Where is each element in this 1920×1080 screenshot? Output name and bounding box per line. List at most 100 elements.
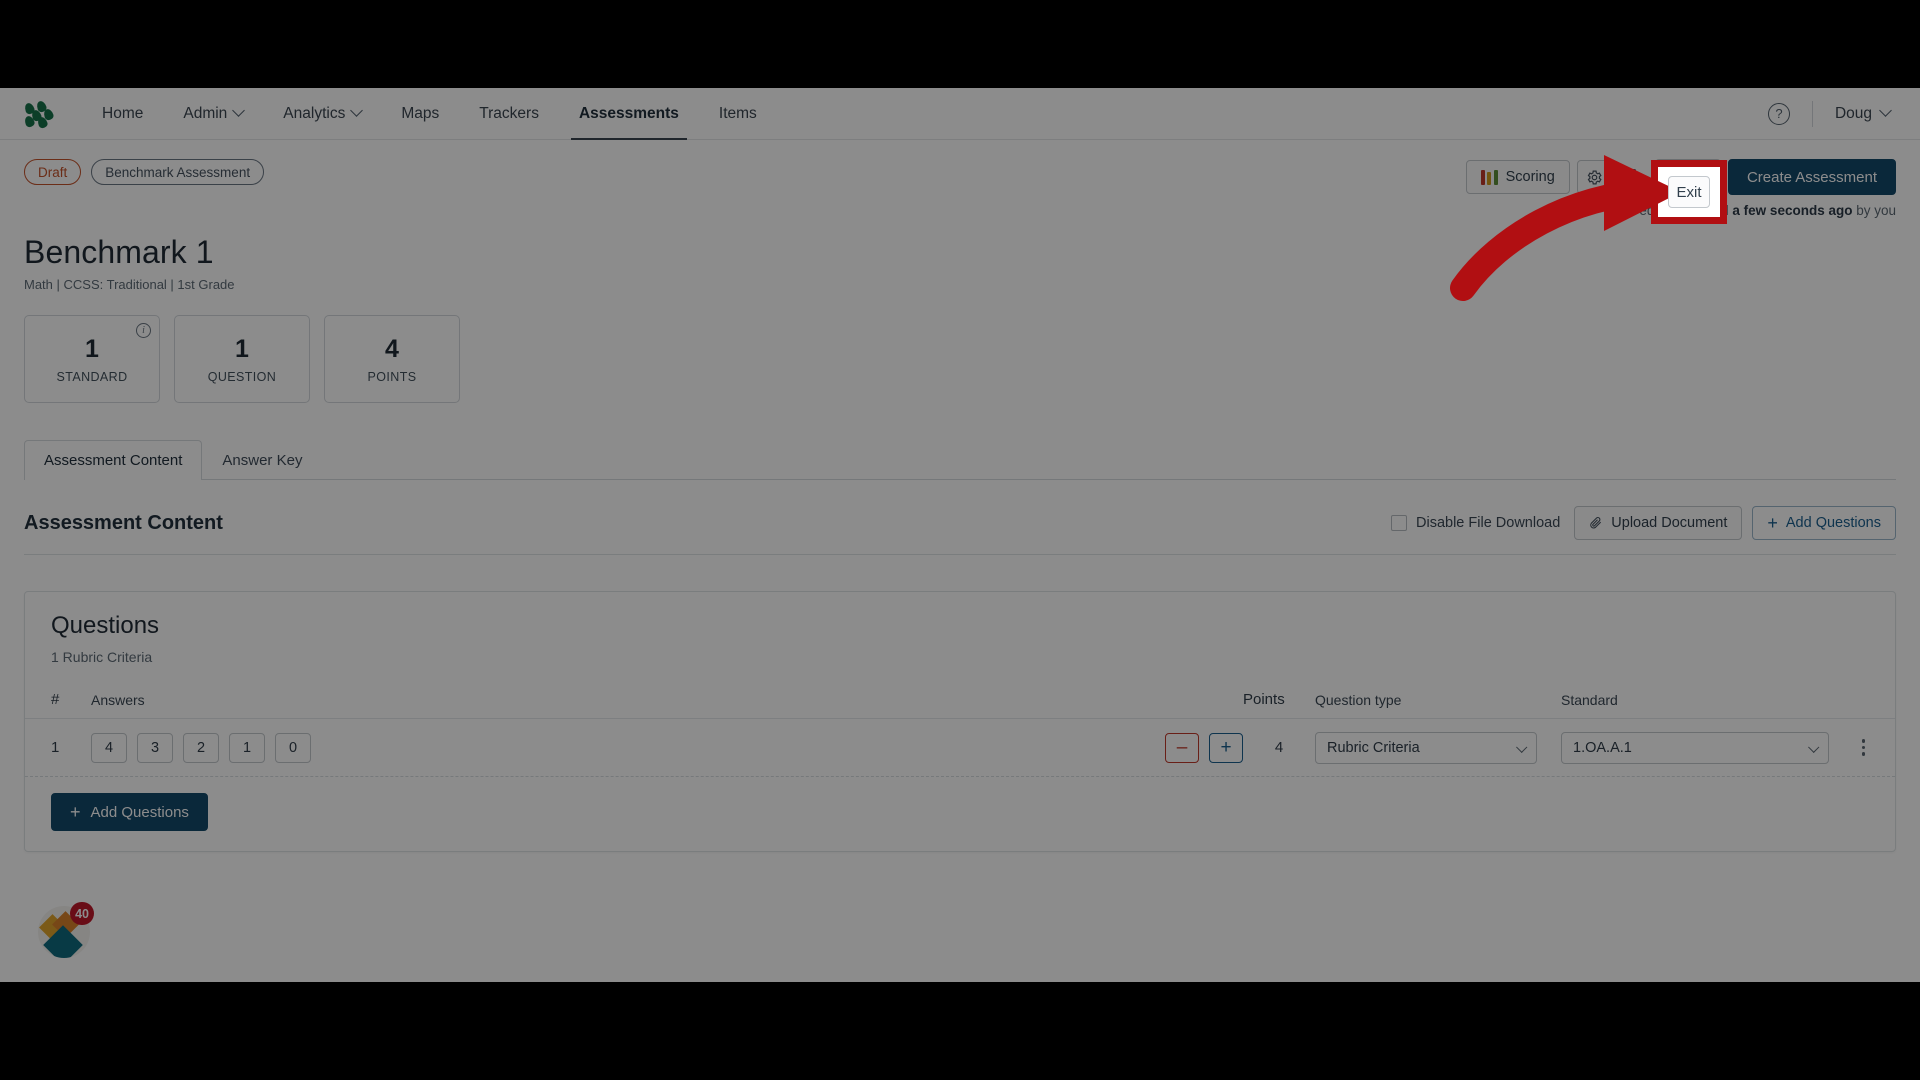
add-questions-label: Add Questions (90, 803, 189, 821)
nav-item-assessments[interactable]: Assessments (559, 88, 699, 140)
tab-label: Answer Key (222, 452, 303, 469)
answer-option[interactable]: 1 (229, 732, 265, 763)
page-body: Draft Benchmark Assessment Scoring Exit … (0, 140, 1920, 852)
upload-document-button[interactable]: Upload Document (1574, 506, 1743, 540)
scoring-button[interactable]: Scoring (1465, 160, 1570, 194)
summary-stats: i 1 STANDARD 1 QUESTION 4 POINTS (24, 315, 1896, 403)
answer-option[interactable]: 2 (183, 732, 219, 763)
row-answers: 4 3 2 1 0 – + (91, 732, 1243, 763)
chevron-down-icon (232, 104, 246, 117)
content-header-actions: Disable File Download Upload Document + … (1391, 506, 1896, 540)
application-viewport: Home Admin Analytics Maps Trackers Asses… (0, 88, 1920, 982)
answer-option[interactable]: 0 (275, 732, 311, 763)
questions-subtitle: 1 Rubric Criteria (51, 649, 153, 665)
nav-item-maps[interactable]: Maps (381, 88, 459, 140)
info-icon[interactable]: i (136, 323, 151, 338)
question-type-select[interactable]: Rubric Criteria (1315, 731, 1537, 764)
page-title: Benchmark 1 (24, 234, 214, 270)
nav-divider (1811, 100, 1813, 127)
paperclip-icon (1590, 517, 1602, 529)
stat-label: POINTS (367, 369, 417, 384)
questions-table: # Answers Points Question type Standard … (25, 681, 1895, 777)
nav-item-items[interactable]: Items (699, 88, 777, 140)
notification-count-badge: 40 (70, 902, 94, 925)
plus-icon: + (1767, 513, 1778, 533)
nav-item-label: Admin (183, 104, 228, 122)
nav-item-home[interactable]: Home (82, 88, 163, 140)
column-header-number: # (51, 691, 60, 708)
upload-document-label: Upload Document (1611, 515, 1728, 531)
stat-value: 1 (85, 334, 99, 363)
questions-title: Questions (51, 612, 160, 639)
exit-label: Exit (1675, 169, 1700, 185)
plus-icon: + (70, 802, 81, 822)
answer-option[interactable]: 4 (91, 732, 127, 763)
table-row: 1 4 3 2 1 0 – + 4 Rubric Criteria 1.OA.A… (25, 719, 1895, 777)
nav-item-trackers[interactable]: Trackers (459, 88, 559, 140)
status-badge: Draft (24, 159, 82, 185)
assessment-content-header: Assessment Content Disable File Download… (24, 480, 1896, 555)
nav-item-analytics[interactable]: Analytics (263, 88, 381, 140)
scoring-label: Scoring (1505, 169, 1555, 185)
nav-items: Home Admin Analytics Maps Trackers Asses… (82, 88, 777, 140)
settings-button[interactable] (1576, 160, 1613, 194)
create-assessment-button[interactable]: Create Assessment (1727, 159, 1896, 195)
chevron-down-icon (1516, 741, 1528, 753)
row-actions (1829, 735, 1869, 760)
row-number: 1 (51, 739, 60, 756)
standard-cell: 1.OA.A.1 (1561, 731, 1829, 764)
questions-card-header: Questions 1 Rubric Criteria (25, 592, 1895, 681)
nav-right-cluster: ? Doug (1767, 100, 1896, 127)
column-header-standard: Standard (1561, 691, 1618, 708)
nav-item-label: Assessments (578, 104, 679, 122)
section-title: Assessment Content (24, 511, 223, 534)
exit-button[interactable]: Exit (1654, 159, 1721, 195)
scoring-bars-icon (1480, 169, 1498, 185)
row-points: 4 (1274, 739, 1284, 756)
stat-card-standard: i 1 STANDARD (24, 315, 160, 403)
stat-value: 1 (235, 334, 249, 363)
nav-item-label: Analytics (283, 104, 346, 122)
assessment-type-badge: Benchmark Assessment (91, 159, 265, 185)
question-type-cell: Rubric Criteria (1315, 731, 1537, 764)
user-name-label: Doug (1834, 104, 1872, 122)
add-questions-label: Add Questions (1785, 515, 1881, 531)
column-header-answers: Answers (91, 691, 145, 708)
notifications-widget[interactable]: 40 (38, 902, 94, 958)
user-menu[interactable]: Doug (1834, 104, 1896, 123)
stat-card-points: 4 POINTS (324, 315, 460, 403)
content-tabs: Assessment Content Answer Key (24, 439, 1896, 480)
create-assessment-label: Create Assessment (1746, 168, 1877, 186)
nav-item-label: Items (718, 104, 757, 122)
standard-value: 1.OA.A.1 (1573, 739, 1632, 756)
nav-item-admin[interactable]: Admin (163, 88, 263, 140)
chevron-down-icon (1879, 104, 1892, 117)
saved-suffix: by you (1852, 203, 1896, 218)
screenshot-root: Home Admin Analytics Maps Trackers Asses… (0, 0, 1920, 1080)
tab-label: Assessment Content (44, 452, 183, 469)
remove-answer-button[interactable]: – (1165, 732, 1199, 763)
disable-file-download-label: Disable File Download (1416, 515, 1561, 531)
nav-item-label: Maps (401, 104, 440, 122)
add-questions-button-top[interactable]: + Add Questions (1752, 506, 1896, 540)
disable-file-download-toggle[interactable]: Disable File Download (1391, 515, 1560, 531)
header-overflow-menu-button[interactable] (1620, 160, 1648, 194)
questions-card: Questions 1 Rubric Criteria # Answers Po… (24, 591, 1896, 852)
add-questions-button-bottom[interactable]: + Add Questions (51, 793, 208, 831)
page-header-row: Draft Benchmark Assessment Scoring Exit … (24, 140, 1896, 195)
tab-answer-key[interactable]: Answer Key (202, 440, 322, 480)
questions-table-header: # Answers Points Question type Standard (25, 681, 1895, 719)
row-overflow-menu-button[interactable] (1858, 735, 1870, 760)
column-header-points: Points (1243, 691, 1285, 708)
help-icon[interactable]: ? (1767, 102, 1790, 125)
product-logo-icon[interactable] (23, 99, 58, 129)
standard-select[interactable]: 1.OA.A.1 (1561, 731, 1829, 764)
tab-assessment-content[interactable]: Assessment Content (24, 440, 203, 480)
answer-option[interactable]: 3 (137, 732, 173, 763)
help-glyph: ? (1775, 106, 1783, 121)
gear-icon (1587, 170, 1602, 184)
checkbox[interactable] (1391, 515, 1408, 531)
nav-item-label: Home (102, 104, 144, 122)
add-answer-button[interactable]: + (1209, 732, 1243, 763)
stat-label: STANDARD (56, 369, 128, 384)
